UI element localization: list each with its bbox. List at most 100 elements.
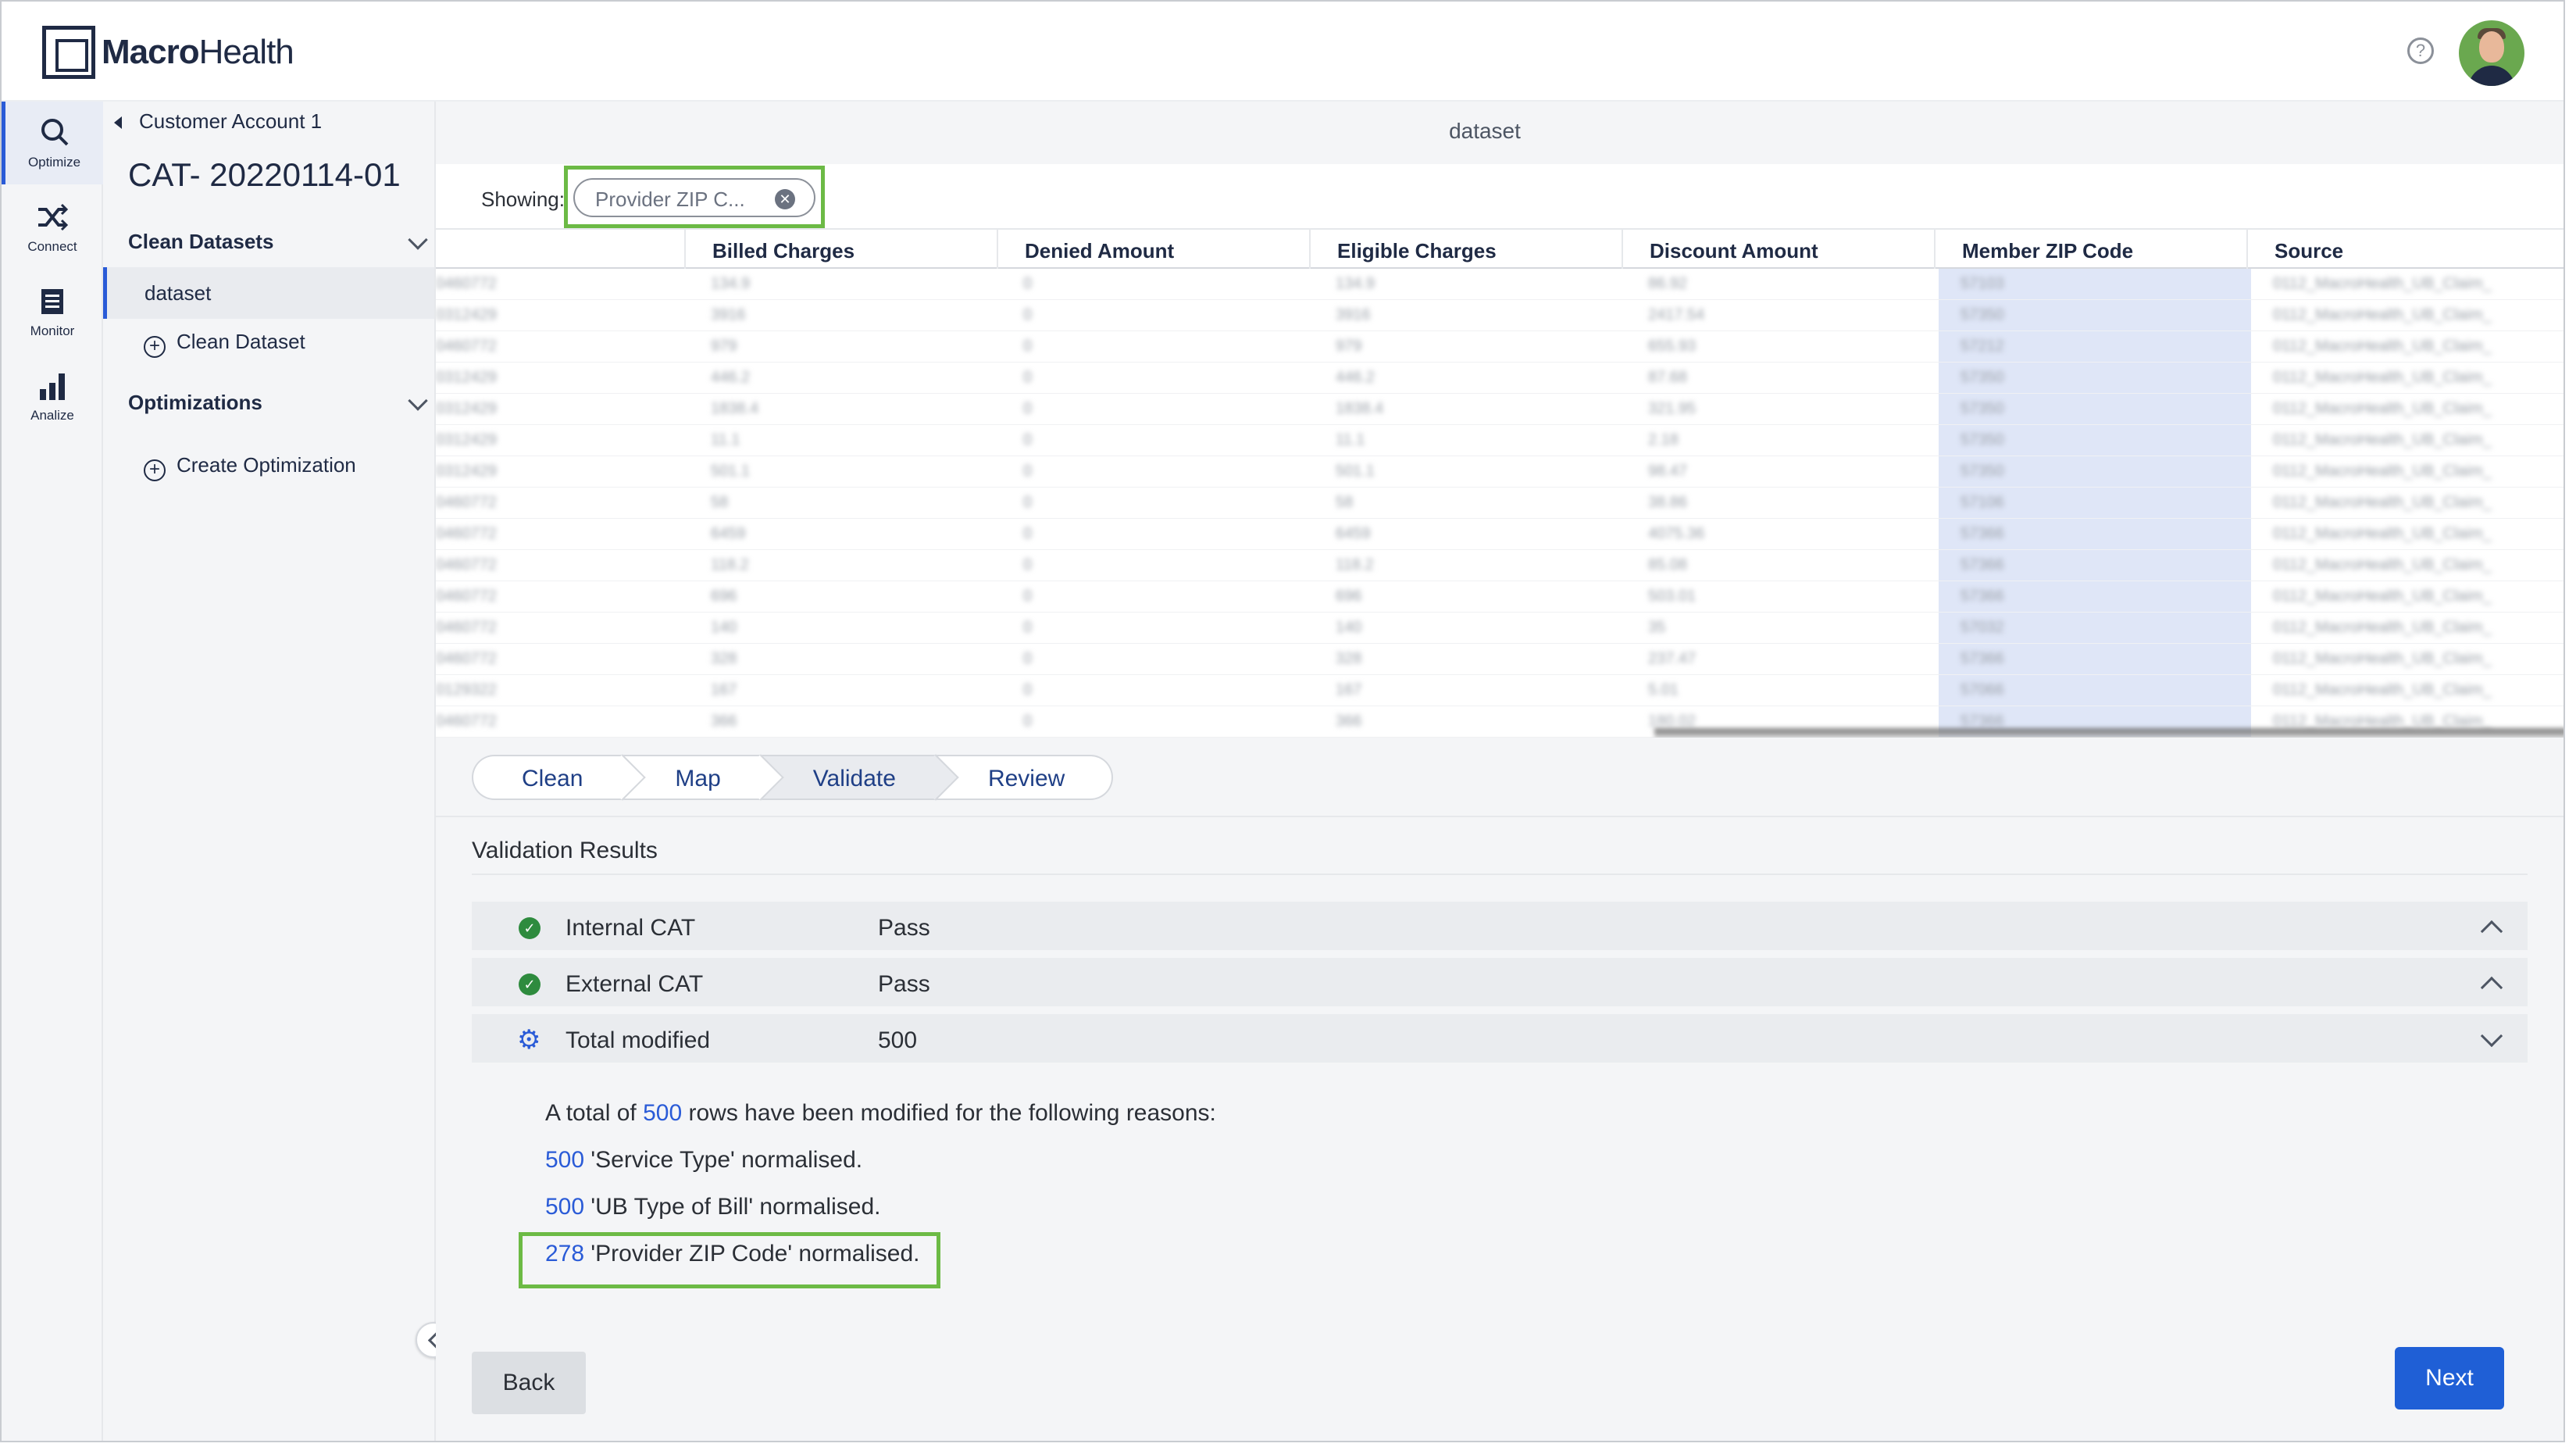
table-cell: 237.47 (1648, 650, 1697, 667)
table-cell: 0112_MacroHealth_UB_Claim_ (2273, 338, 2492, 355)
count-link[interactable]: 500 (545, 1147, 584, 1173)
validation-row-internal-cat[interactable]: ✓ Internal CAT Pass (472, 902, 2528, 952)
table-cell: 57032 (1961, 619, 2004, 636)
table-cell: 0312429 (436, 431, 497, 448)
table-cell: 0460772 (436, 525, 497, 542)
table-cell: 57103 (1961, 275, 2004, 292)
workflow-stepper: Clean Map Validate Review (472, 754, 1114, 801)
step-clean[interactable]: Clean (472, 754, 647, 801)
table-row[interactable]: 0460772 696 0 696 503.01 57366 0112_MacroHealt… (436, 581, 2564, 613)
rail-label: Connect (27, 239, 77, 254)
validation-value: Pass (878, 971, 930, 997)
table-cell: 0112_MacroHealth_UB_Claim_ (2273, 525, 2492, 542)
table-cell: 0460772 (436, 619, 497, 636)
table-cell: 35 (1648, 619, 1666, 636)
table-cell: 446.2 (1336, 369, 1375, 386)
column-header[interactable]: Billed Charges (684, 230, 997, 269)
sidebar-item-dataset[interactable]: dataset (103, 267, 434, 319)
table-cell: 328 (711, 650, 737, 667)
column-header[interactable]: Denied Amount (997, 230, 1309, 269)
step-label: Map (675, 766, 721, 791)
table-row[interactable]: 0312429 501.1 0 501.1 98.47 57350 0112_MacroHe… (436, 456, 2564, 488)
table-cell: 3916 (1336, 306, 1371, 323)
table-cell: 501.1 (711, 463, 751, 480)
section-optimizations[interactable]: Optimizations (128, 391, 428, 415)
table-cell: 87.68 (1648, 369, 1688, 386)
add-clean-dataset-button[interactable]: + Clean Dataset (144, 330, 305, 358)
column-header[interactable]: Eligible Charges (1309, 230, 1622, 269)
table-row[interactable]: 0312429 1838.4 0 1838.4 321.95 57350 0112_Macr… (436, 394, 2564, 425)
table-cell: 0460772 (436, 713, 497, 730)
chevron-down-icon (408, 230, 428, 250)
table-cell: 0112_MacroHealth_UB_Claim_ (2273, 275, 2492, 292)
breadcrumb[interactable]: Customer Account 1 (114, 109, 322, 134)
modification-summary: A total of 500 rows have been modified f… (545, 1100, 1216, 1126)
table-cell: 0112_MacroHealth_UB_Claim_ (2273, 650, 2492, 667)
table-cell: 446.2 (711, 369, 751, 386)
table-row[interactable]: 0129322 167 0 167 5.01 57066 0112_MacroHealth_… (436, 675, 2564, 706)
table-cell: 0 (1023, 338, 1033, 355)
table-cell: 1838.4 (1336, 400, 1384, 417)
table-row[interactable]: 0312429 3916 0 3916 2417.54 57350 0112_MacroHe… (436, 300, 2564, 331)
chevron-down-icon[interactable] (2480, 1024, 2503, 1048)
table-row[interactable]: 0460772 118.2 0 118.2 85.08 57366 0112_MacroHe… (436, 550, 2564, 581)
filter-chip[interactable]: Provider ZIP C... ✕ (573, 178, 815, 217)
table-cell: 3916 (711, 306, 746, 323)
chevron-up-icon[interactable] (2480, 920, 2503, 943)
table-cell: 57212 (1961, 338, 2004, 355)
table-cell: 134.9 (1336, 275, 1375, 292)
step-validate[interactable]: Validate (761, 754, 959, 801)
table-cell: 57366 (1961, 588, 2004, 605)
macrohealth-logo[interactable]: MacroHealth (42, 25, 294, 80)
count-link[interactable]: 500 (643, 1100, 682, 1126)
table-cell: 0112_MacroHealth_UB_Claim_ (2273, 588, 2492, 605)
table-cell: 86.92 (1648, 275, 1688, 292)
bar-chart-icon (40, 373, 65, 400)
table-cell: 98.47 (1648, 463, 1688, 480)
table-row[interactable]: 0460772 140 0 140 35 57032 0112_MacroHealth_UB… (436, 613, 2564, 644)
table-row[interactable]: 0460772 134.9 0 134.9 86.92 57103 0112_MacroHe… (436, 269, 2564, 300)
logo-mark (42, 26, 95, 79)
rail-item-monitor[interactable]: Monitor (2, 270, 103, 353)
check-circle-icon: ✓ (519, 974, 541, 995)
rail-item-connect[interactable]: Connect (2, 186, 103, 269)
clear-filter-icon[interactable]: ✕ (775, 189, 795, 209)
table-row[interactable]: 0312429 11.1 0 11.1 2.18 57350 0112_MacroHealt… (436, 425, 2564, 456)
help-icon[interactable]: ? (2407, 38, 2434, 64)
section-clean-datasets[interactable]: Clean Datasets (128, 230, 428, 254)
check-circle-icon: ✓ (519, 917, 541, 939)
rail-item-optimize[interactable]: Optimize (2, 102, 103, 184)
create-optimization-button[interactable]: + Create Optimization (144, 453, 356, 481)
stepper-bar: Clean Map Validate Review (436, 738, 2564, 817)
validation-row-total-modified[interactable]: ⚙ Total modified 500 (472, 1014, 2528, 1064)
table-row[interactable]: 0312429 446.2 0 446.2 87.68 57350 0112_MacroHe… (436, 363, 2564, 394)
validation-name: Internal CAT (566, 915, 696, 941)
table-cell: 0129322 (436, 681, 497, 698)
next-button[interactable]: Next (2395, 1347, 2504, 1409)
validation-row-external-cat[interactable]: ✓ External CAT Pass (472, 958, 2528, 1008)
reason-item: 278 'Provider ZIP Code' normalised. (545, 1241, 920, 1267)
filter-chip-label: Provider ZIP C... (595, 188, 745, 211)
rail-item-analize[interactable]: Analize (2, 355, 103, 438)
add-clean-dataset-label: Clean Dataset (177, 330, 305, 353)
table-cell: 328 (1336, 650, 1362, 667)
user-avatar[interactable] (2459, 20, 2524, 86)
table-row[interactable]: 0460772 6459 0 6459 4075.36 57366 0112_MacroHe… (436, 519, 2564, 550)
table-row[interactable]: 0460772 979 0 979 655.93 57212 0112_MacroHealt… (436, 331, 2564, 363)
validation-value: Pass (878, 915, 930, 941)
step-review[interactable]: Review (936, 755, 1114, 800)
table-cell: 0 (1023, 588, 1033, 605)
count-link[interactable]: 278 (545, 1241, 584, 1267)
column-header[interactable]: Member ZIP Code (1934, 230, 2246, 269)
back-button[interactable]: Back (472, 1352, 586, 1414)
table-cell: 58 (711, 494, 729, 511)
chevron-up-icon[interactable] (2480, 976, 2503, 999)
column-header[interactable]: Source (2246, 230, 2564, 269)
table-row[interactable]: 0460772 58 0 58 38.86 57106 0112_MacroHealth_U… (436, 488, 2564, 519)
table-row[interactable]: 0460772 328 0 328 237.47 57366 0112_MacroHealt… (436, 644, 2564, 675)
back-caret-icon (114, 116, 122, 130)
column-header[interactable]: Discount Amount (1622, 230, 1934, 269)
step-label: Review (987, 766, 1065, 791)
plus-circle-icon: + (144, 336, 166, 358)
count-link[interactable]: 500 (545, 1194, 584, 1220)
